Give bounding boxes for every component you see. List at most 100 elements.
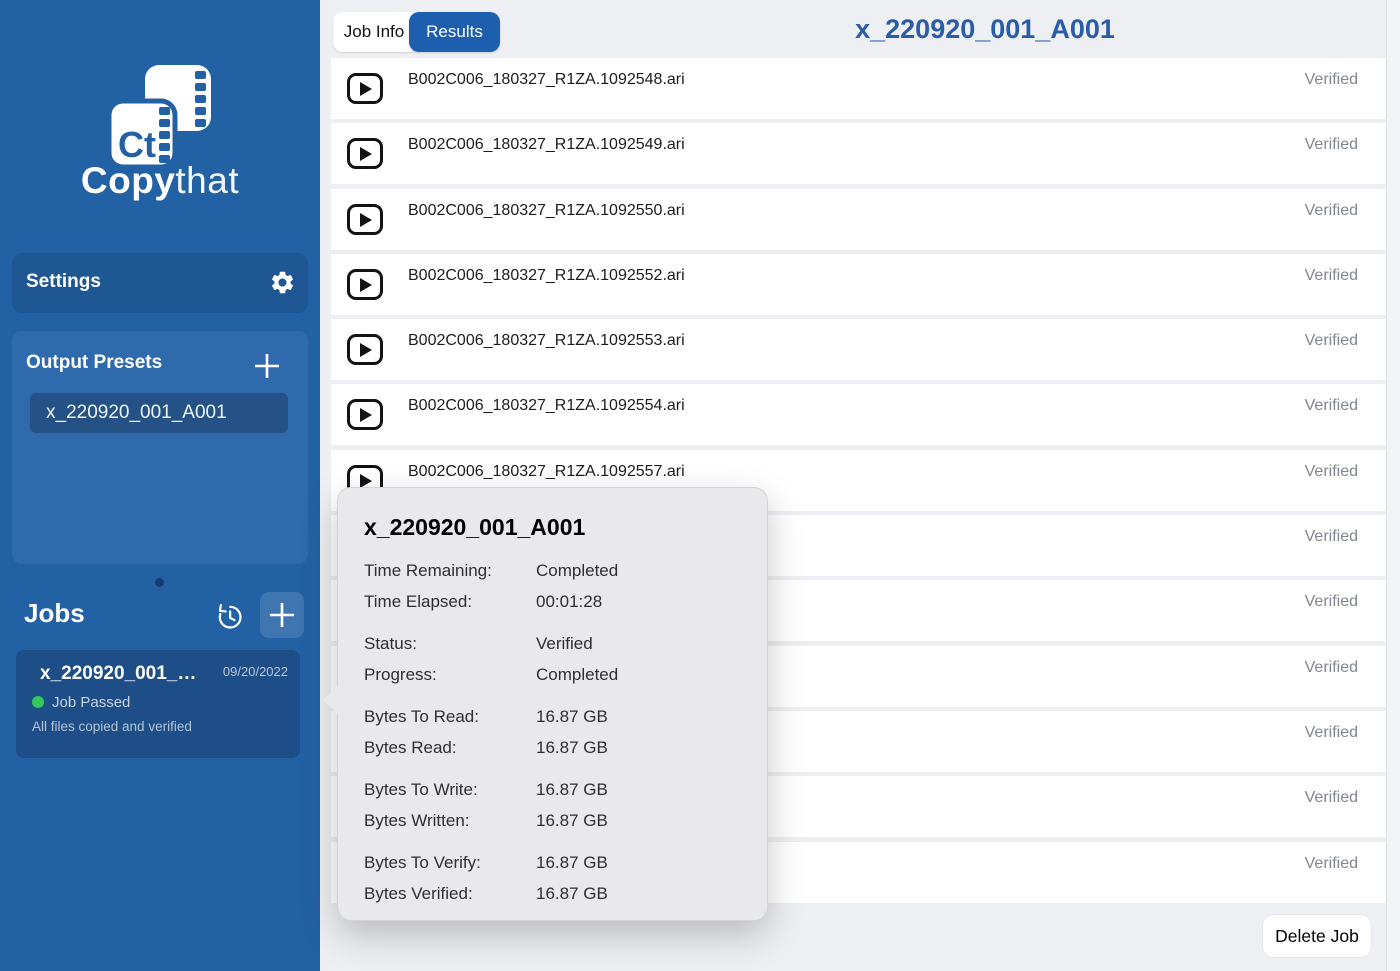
play-icon — [360, 408, 372, 422]
popover-detail-row: Time Remaining: Completed — [364, 555, 741, 586]
file-status: Verified — [1305, 724, 1358, 742]
add-preset-icon[interactable] — [252, 351, 282, 381]
file-status: Verified — [1305, 202, 1358, 220]
detail-label: Bytes Read: — [364, 738, 536, 758]
play-icon — [360, 474, 372, 488]
file-name: B002C006_180327_R1ZA.1092554.ari — [408, 397, 685, 415]
file-status: Verified — [1305, 463, 1358, 481]
detail-label: Bytes Written: — [364, 811, 536, 831]
play-icon — [360, 82, 372, 96]
sidebar: Ct Copythat Settings Output Presets x_22… — [0, 0, 320, 971]
delete-job-button[interactable]: Delete Job — [1263, 915, 1371, 957]
job-status-text: Job Passed — [52, 694, 130, 711]
preset-item-label: x_220920_001_A001 — [46, 402, 227, 424]
svg-text:Ct: Ct — [118, 124, 156, 165]
scrollbar-track[interactable] — [1386, 0, 1400, 971]
file-status: Verified — [1305, 71, 1358, 89]
detail-value: 16.87 GB — [536, 707, 608, 727]
job-card[interactable]: x_220920_001_… 09/20/2022 Job Passed All… — [16, 650, 300, 758]
history-icon — [214, 601, 245, 632]
popover-detail-row: Bytes To Verify: 16.87 GB — [364, 847, 741, 878]
detail-value: Completed — [536, 561, 618, 581]
file-status: Verified — [1305, 593, 1358, 611]
play-button[interactable] — [347, 204, 383, 235]
plus-icon — [266, 599, 298, 631]
play-button[interactable] — [347, 138, 383, 169]
tab-job-info[interactable]: Job Info — [333, 12, 415, 52]
file-status: Verified — [1305, 332, 1358, 350]
output-presets-panel: Output Presets x_220920_001_A001 — [12, 331, 308, 564]
play-button[interactable] — [347, 269, 383, 300]
file-name: B002C006_180327_R1ZA.1092552.ari — [408, 267, 685, 285]
add-job-button[interactable] — [260, 592, 304, 638]
popover-title: x_220920_001_A001 — [364, 514, 585, 541]
file-status: Verified — [1305, 659, 1358, 677]
detail-value: 00:01:28 — [536, 592, 602, 612]
detail-value: 16.87 GB — [536, 780, 608, 800]
job-status-detail: All files copied and verified — [32, 719, 192, 734]
jobs-title: Jobs — [24, 598, 85, 629]
job-history-button[interactable] — [210, 598, 248, 634]
popover-detail-row: Bytes Verified: 16.87 GB — [364, 878, 741, 909]
table-row[interactable]: B002C006_180327_R1ZA.1092548.ari Verifie… — [331, 58, 1386, 119]
popover-detail-row: Bytes Written: 16.87 GB — [364, 805, 741, 836]
detail-value: 16.87 GB — [536, 853, 608, 873]
popover-detail-row: Bytes Read: 16.87 GB — [364, 732, 741, 763]
file-status: Verified — [1305, 136, 1358, 154]
detail-label: Bytes To Write: — [364, 780, 536, 800]
play-button[interactable] — [347, 399, 383, 430]
job-card-date: 09/20/2022 — [223, 664, 288, 679]
popover-detail-list: Time Remaining: Completed Time Elapsed: … — [364, 555, 741, 909]
file-status: Verified — [1305, 789, 1358, 807]
file-status: Verified — [1305, 528, 1358, 546]
play-icon — [360, 343, 372, 357]
page-title: x_220920_001_A001 — [760, 14, 1210, 45]
settings-label: Settings — [26, 271, 101, 293]
play-icon — [360, 213, 372, 227]
detail-value: Verified — [536, 634, 593, 654]
detail-label: Time Elapsed: — [364, 592, 536, 612]
detail-label: Time Remaining: — [364, 561, 536, 581]
app-wordmark: Copythat — [0, 160, 320, 202]
detail-label: Progress: — [364, 665, 536, 685]
gear-icon[interactable] — [269, 269, 296, 296]
table-row[interactable]: B002C006_180327_R1ZA.1092550.ari Verifie… — [331, 189, 1386, 250]
job-card-title: x_220920_001_… — [40, 663, 196, 685]
detail-label: Bytes To Read: — [364, 707, 536, 727]
file-name: B002C006_180327_R1ZA.1092557.ari — [408, 463, 685, 481]
detail-value: Completed — [536, 665, 618, 685]
detail-value: 16.87 GB — [536, 811, 608, 831]
output-presets-title: Output Presets — [26, 352, 162, 374]
detail-label: Bytes Verified: — [364, 884, 536, 904]
popover-detail-row: Status: Verified — [364, 628, 741, 659]
detail-label: Status: — [364, 634, 536, 654]
job-detail-popover: x_220920_001_A001 Time Remaining: Comple… — [337, 487, 768, 921]
play-icon — [360, 278, 372, 292]
popover-arrow — [323, 685, 339, 715]
detail-value: 16.87 GB — [536, 884, 608, 904]
play-button[interactable] — [347, 334, 383, 365]
table-row[interactable]: B002C006_180327_R1ZA.1092552.ari Verifie… — [331, 254, 1386, 315]
file-status: Verified — [1305, 397, 1358, 415]
settings-button[interactable]: Settings — [12, 253, 308, 313]
pager-dot — [155, 578, 164, 587]
table-row[interactable]: B002C006_180327_R1ZA.1092549.ari Verifie… — [331, 123, 1386, 184]
file-status: Verified — [1305, 855, 1358, 873]
file-name: B002C006_180327_R1ZA.1092550.ari — [408, 202, 685, 220]
play-button[interactable] — [347, 73, 383, 104]
job-status-dot — [32, 696, 44, 708]
preset-item[interactable]: x_220920_001_A001 — [30, 393, 288, 433]
detail-label: Bytes To Verify: — [364, 853, 536, 873]
file-name: B002C006_180327_R1ZA.1092548.ari — [408, 71, 685, 89]
app-logo-icon: Ct — [106, 62, 214, 174]
popover-detail-row: Bytes To Write: 16.87 GB — [364, 774, 741, 805]
detail-value: 16.87 GB — [536, 738, 608, 758]
table-row[interactable]: B002C006_180327_R1ZA.1092554.ari Verifie… — [331, 384, 1386, 445]
popover-detail-row: Progress: Completed — [364, 659, 741, 690]
table-row[interactable]: B002C006_180327_R1ZA.1092553.ari Verifie… — [331, 319, 1386, 380]
tab-results[interactable]: Results — [409, 12, 500, 52]
file-status: Verified — [1305, 267, 1358, 285]
popover-detail-row: Bytes To Read: 16.87 GB — [364, 701, 741, 732]
play-icon — [360, 147, 372, 161]
file-name: B002C006_180327_R1ZA.1092549.ari — [408, 136, 685, 154]
